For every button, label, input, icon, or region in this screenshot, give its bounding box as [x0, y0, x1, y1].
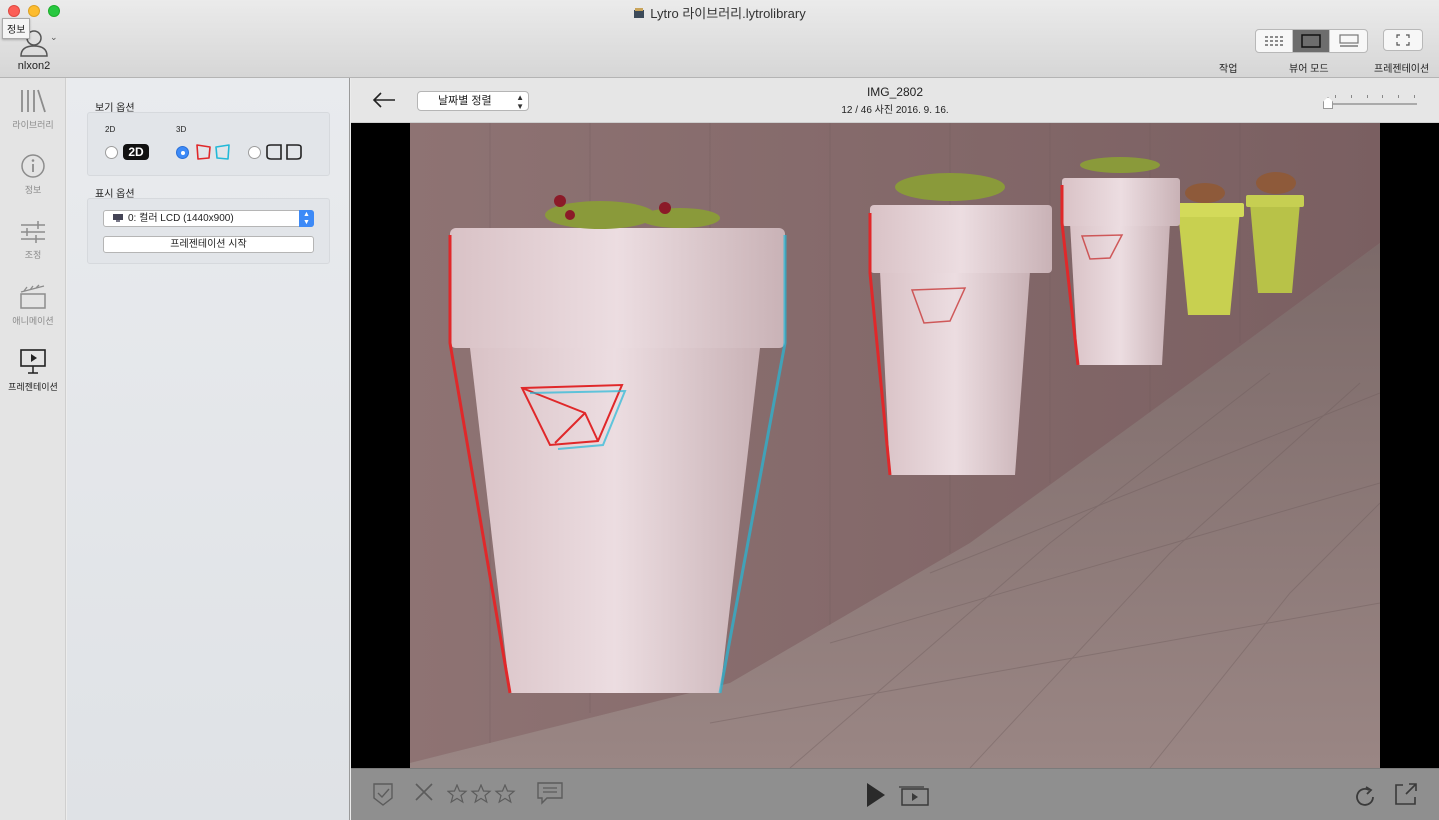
- viewer-header: 날짜별 정렬 ▲ ▼ IMG_2802 12 / 46 사진 2016. 9. 1…: [351, 78, 1439, 123]
- window-title: Lytro 라이브러리.lytrolibrary: [0, 3, 1439, 22]
- viewer-mode-button[interactable]: [1293, 30, 1330, 52]
- presentation-label: 프레젠테이션: [1374, 64, 1430, 75]
- sidebar-item-label: 프레젠테이션: [8, 382, 58, 392]
- refresh-icon[interactable]: [1353, 785, 1377, 809]
- comment-icon[interactable]: [536, 781, 564, 805]
- sidebar-item-info[interactable]: 정보: [0, 153, 66, 196]
- filmstrip-mode-button[interactable]: [1330, 30, 1367, 52]
- image-name: IMG_2802: [866, 85, 924, 99]
- viewer-footer: [351, 768, 1439, 820]
- share-icon[interactable]: [1393, 781, 1419, 807]
- presentation-button[interactable]: [1383, 29, 1423, 51]
- user-name: nlxon2: [17, 60, 51, 72]
- accept-shield-icon[interactable]: [371, 781, 395, 807]
- options-panel: 보기 옵션 2D 3D 2D 표시 옵션 0: 컬러 LCD (1440x900…: [67, 78, 350, 820]
- chevron-down-icon[interactable]: ⌄: [50, 32, 58, 43]
- sliders-icon: [21, 221, 45, 243]
- shutter-glasses-icon[interactable]: [265, 143, 303, 161]
- viewer-mode-label: 뷰어 모드: [1289, 64, 1329, 75]
- radio-3d-shutter[interactable]: [248, 146, 261, 159]
- label-2d: 2D: [105, 125, 116, 134]
- photo[interactable]: [410, 123, 1380, 768]
- label-3d: 3D: [176, 125, 187, 134]
- image-viewer: 날짜별 정렬 ▲ ▼ IMG_2802 12 / 46 사진 2016. 9. 1…: [351, 78, 1439, 820]
- zoom-slider[interactable]: [1323, 95, 1417, 109]
- sidebar-item-animation[interactable]: 애니메이션: [0, 284, 66, 327]
- library-icon: [21, 89, 46, 113]
- sidebar-item-label: 애니메이션: [12, 316, 54, 326]
- star-rating-icon[interactable]: [447, 784, 517, 804]
- view-options-box: 2D 3D 2D: [87, 112, 330, 176]
- window-toolbar: Lytro 라이브러리.lytrolibrary 정보 ⌄ nlxon2 작업 …: [0, 0, 1439, 78]
- flowerpots-photo: [410, 123, 1380, 768]
- work-mode-label: 작업: [1219, 64, 1238, 75]
- display-select[interactable]: 0: 컬러 LCD (1440x900) ▲ ▼: [103, 210, 314, 227]
- radio-2d[interactable]: [105, 146, 118, 159]
- display-icon: [113, 214, 123, 222]
- library-file-icon: [634, 8, 645, 18]
- tooltip: 정보: [2, 18, 31, 39]
- filmstrip-icon: [1338, 34, 1359, 47]
- play-icon[interactable]: [865, 781, 887, 809]
- reject-icon[interactable]: [413, 781, 435, 803]
- image-info: 12 / 46 사진 2016. 9. 16.: [841, 105, 949, 116]
- work-mode-button[interactable]: [1256, 30, 1293, 52]
- sidebar-item-adjust[interactable]: 조정: [0, 220, 66, 261]
- sidebar-item-library[interactable]: 라이브러리: [0, 88, 66, 131]
- clapper-icon: [20, 284, 46, 309]
- slider-ticks: [1335, 95, 1415, 98]
- fullscreen-icon: [1396, 34, 1410, 46]
- radio-3d-anaglyph[interactable]: [176, 146, 189, 159]
- info-icon: [21, 154, 45, 178]
- badge-2d[interactable]: 2D: [123, 144, 149, 160]
- start-presentation-button[interactable]: 프레젠테이션 시작: [103, 236, 314, 253]
- sidebar-item-presentation[interactable]: 프레젠테이션: [0, 348, 66, 393]
- anaglyph-glasses-icon[interactable]: [195, 143, 231, 161]
- sidebar-item-label: 라이브러리: [12, 120, 54, 130]
- single-view-icon: [1301, 34, 1321, 48]
- sidebar-item-label: 정보: [24, 185, 42, 195]
- display-options-box: [87, 198, 330, 264]
- sidebar-rail: 라이브러리 정보 조정 애니메이션 프레젠테이션: [0, 78, 66, 820]
- grid-icon: [1265, 36, 1283, 46]
- view-mode-segmented[interactable]: [1255, 29, 1368, 53]
- presentation-icon: [20, 349, 46, 374]
- sidebar-item-label: 조정: [24, 250, 42, 260]
- slideshow-icon[interactable]: [898, 785, 930, 807]
- select-arrows-icon: ▲ ▼: [299, 210, 314, 227]
